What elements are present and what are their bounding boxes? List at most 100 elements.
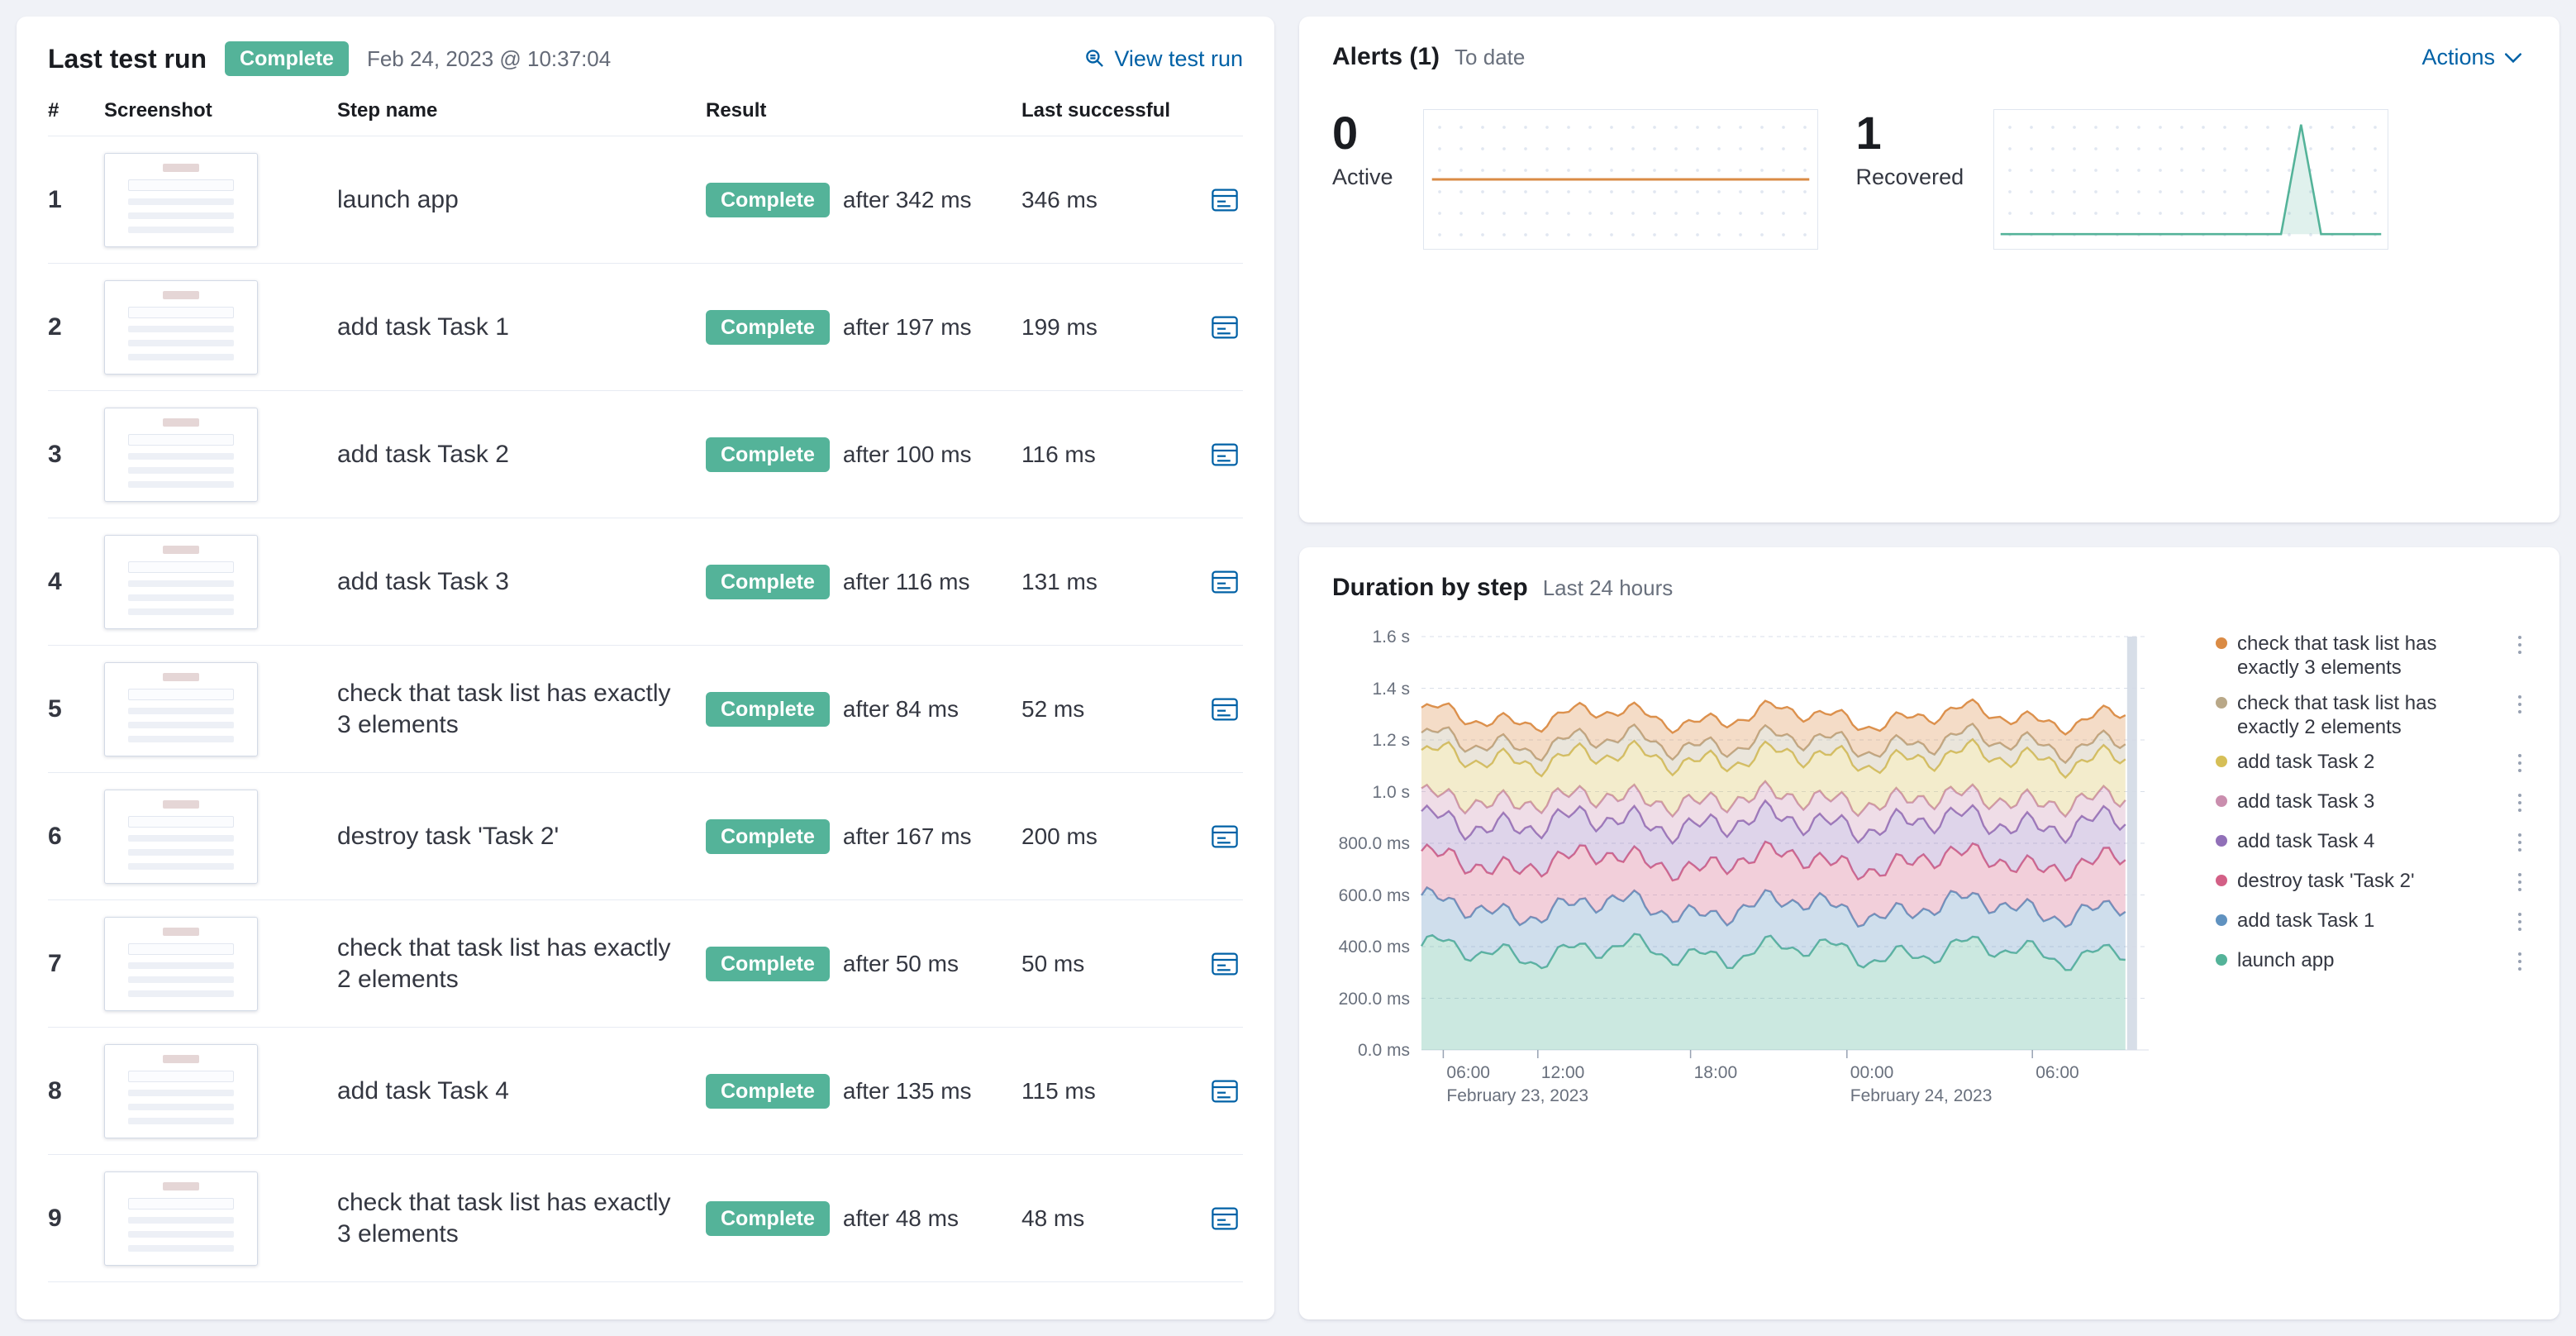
- step-detail-button[interactable]: [1207, 1200, 1243, 1237]
- step-actions-cell: [1197, 1073, 1243, 1109]
- step-detail-icon: [1210, 1204, 1240, 1233]
- step-screenshot-cell: [104, 1043, 327, 1138]
- step-result-badge: Complete: [706, 437, 830, 472]
- step-detail-button[interactable]: [1207, 691, 1243, 728]
- step-number: 5: [48, 694, 62, 723]
- alerts-title: Alerts (1): [1332, 43, 1440, 70]
- step-result-badge: Complete: [706, 691, 830, 727]
- duration-header: Duration by step Last 24 hours: [1332, 574, 2526, 602]
- right-column: Alerts (1) To date Actions 0 Active 1 Re…: [1299, 17, 2559, 1319]
- step-detail-button[interactable]: [1207, 309, 1243, 346]
- thumbnail-content-line: [128, 480, 234, 488]
- legend-item[interactable]: add task Task 2: [2216, 750, 2526, 779]
- step-detail-button[interactable]: [1207, 1073, 1243, 1109]
- step-screenshot-thumbnail[interactable]: [104, 1171, 258, 1266]
- legend-label: check that task list has exactly 2 eleme…: [2237, 691, 2437, 738]
- legend-item[interactable]: check that task list has exactly 3 eleme…: [2216, 632, 2526, 680]
- step-screenshot-cell: [104, 152, 327, 247]
- legend-item[interactable]: add task Task 4: [2216, 829, 2526, 858]
- legend-item[interactable]: destroy task 'Task 2': [2216, 869, 2526, 898]
- step-screenshot-thumbnail[interactable]: [104, 916, 258, 1011]
- step-screenshot-thumbnail[interactable]: [104, 789, 258, 884]
- run-status-badge: Complete: [225, 41, 349, 76]
- thumbnail-title-bar: [163, 163, 199, 172]
- thumbnail-content-line: [128, 1230, 234, 1238]
- step-screenshot-thumbnail[interactable]: [104, 152, 258, 247]
- step-last-successful: 116 ms: [1021, 441, 1096, 467]
- step-duration: after 167 ms: [842, 823, 972, 849]
- legend-options-button[interactable]: [2513, 790, 2526, 818]
- view-test-run-link[interactable]: View test run: [1084, 46, 1243, 72]
- legend-options-button[interactable]: [2513, 948, 2526, 977]
- step-name: check that task list has exactly 3 eleme…: [337, 1189, 671, 1248]
- vertical-dots-icon: [2518, 833, 2521, 852]
- legend-options-button[interactable]: [2513, 632, 2526, 661]
- step-detail-button[interactable]: [1207, 564, 1243, 600]
- step-result-cell: Complete after 48 ms: [706, 1200, 1012, 1236]
- thumbnail-input-line: [128, 1197, 234, 1210]
- step-screenshot-thumbnail[interactable]: [104, 407, 258, 502]
- step-detail-button[interactable]: [1207, 437, 1243, 473]
- alerts-header: Alerts (1) To date Actions: [1332, 43, 2526, 71]
- legend-options-button[interactable]: [2513, 909, 2526, 938]
- legend-options-button[interactable]: [2513, 691, 2526, 720]
- step-name: add task Task 3: [337, 567, 509, 595]
- legend-color-dot: [2216, 954, 2227, 966]
- step-screenshot-thumbnail[interactable]: [104, 279, 258, 375]
- legend-item[interactable]: add task Task 1: [2216, 909, 2526, 938]
- step-number: 8: [48, 1076, 62, 1105]
- legend-options-button[interactable]: [2513, 869, 2526, 898]
- step-name: add task Task 4: [337, 1076, 509, 1105]
- step-number: 2: [48, 313, 62, 341]
- thumbnail-title-bar: [163, 290, 199, 299]
- step-actions-cell: [1197, 946, 1243, 982]
- step-actions-cell: [1197, 691, 1243, 728]
- step-detail-icon: [1210, 822, 1240, 852]
- step-screenshot-thumbnail[interactable]: [104, 534, 258, 629]
- step-detail-icon: [1210, 185, 1240, 215]
- step-name: check that task list has exactly 2 eleme…: [337, 934, 671, 993]
- thumbnail-content-line: [128, 325, 234, 332]
- thumbnail-input-line: [128, 179, 234, 191]
- step-result-badge: Complete: [706, 946, 830, 981]
- thumbnail-content-line: [128, 580, 234, 587]
- legend-options-button[interactable]: [2513, 829, 2526, 858]
- svg-text:18:00: 18:00: [1694, 1063, 1738, 1082]
- step-detail-button[interactable]: [1207, 182, 1243, 218]
- alerts-stats-row: 0 Active 1 Recovered: [1332, 108, 2526, 250]
- step-row: 4 add task Task 3 Complete after 116 ms …: [48, 518, 1243, 646]
- alerts-actions-button[interactable]: Actions: [2416, 44, 2526, 71]
- step-number: 4: [48, 567, 62, 595]
- step-result-cell: Complete after 84 ms: [706, 691, 1012, 727]
- step-detail-button[interactable]: [1207, 946, 1243, 982]
- thumbnail-content-line: [128, 834, 234, 842]
- step-result-badge: Complete: [706, 1200, 830, 1236]
- legend-color-dot: [2216, 756, 2227, 768]
- legend-item[interactable]: launch app: [2216, 948, 2526, 977]
- thumbnail-title-bar: [163, 1181, 199, 1190]
- thumbnail-content-line: [128, 990, 234, 997]
- step-screenshot-cell: [104, 661, 327, 756]
- duration-subtitle: Last 24 hours: [1542, 575, 1674, 600]
- legend-options-button[interactable]: [2513, 750, 2526, 779]
- y-axis-tick-label: 200.0 ms: [1338, 989, 1410, 1009]
- step-number: 7: [48, 949, 62, 977]
- step-result-cell: Complete after 342 ms: [706, 182, 1012, 217]
- legend-label: check that task list has exactly 3 eleme…: [2237, 632, 2437, 680]
- step-duration: after 48 ms: [842, 1205, 959, 1231]
- thumbnail-content-line: [128, 1216, 234, 1224]
- step-last-successful: 199 ms: [1021, 313, 1098, 340]
- last-test-run-header: Last test run Complete Feb 24, 2023 @ 10…: [48, 41, 1243, 76]
- recovered-alerts-group: 1 Recovered: [1856, 108, 2389, 250]
- legend-color-dot: [2216, 795, 2227, 808]
- step-actions-cell: [1197, 1200, 1243, 1237]
- legend-item[interactable]: add task Task 3: [2216, 790, 2526, 818]
- step-detail-button[interactable]: [1207, 818, 1243, 855]
- legend-item[interactable]: check that task list has exactly 2 eleme…: [2216, 691, 2526, 740]
- step-screenshot-thumbnail[interactable]: [104, 661, 258, 756]
- steps-table: # Screenshot Step name Result Last succe…: [48, 93, 1243, 1311]
- thumbnail-content-line: [128, 198, 234, 205]
- step-row: 6 destroy task 'Task 2' Complete after 1…: [48, 773, 1243, 900]
- step-screenshot-thumbnail[interactable]: [104, 1043, 258, 1138]
- thumbnail-title-bar: [163, 799, 199, 809]
